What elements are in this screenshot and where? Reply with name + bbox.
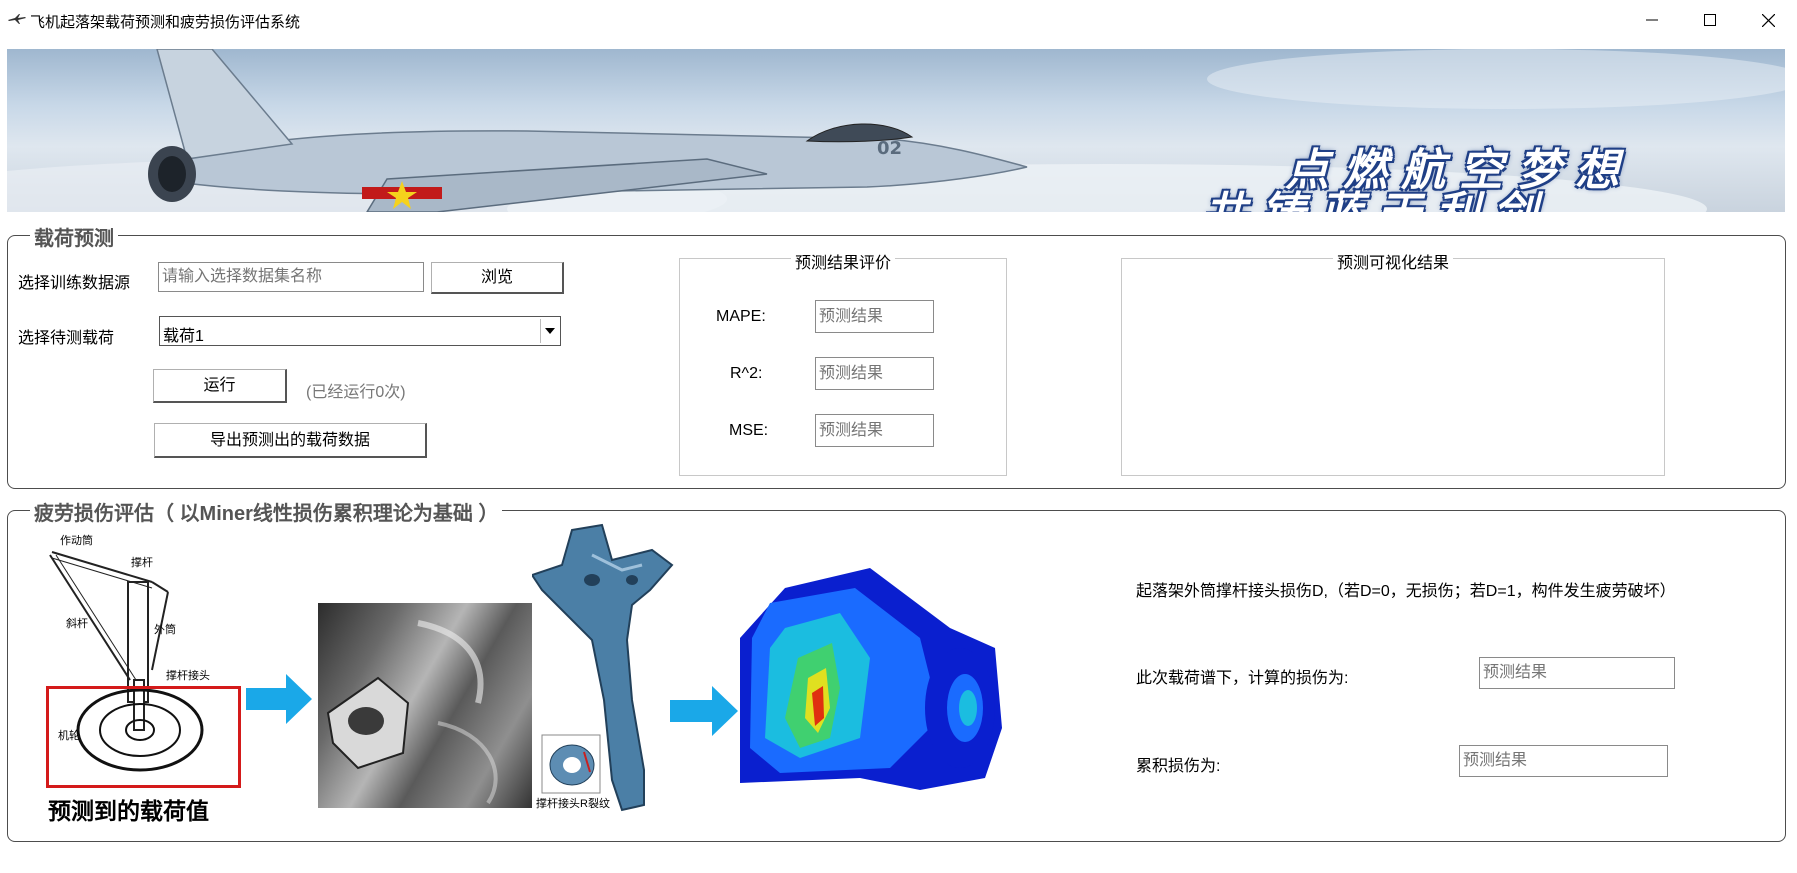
r2-label: R^2: xyxy=(730,365,763,382)
predicted-load-caption: 预测到的载荷值 xyxy=(48,798,209,824)
title-bar: 飞机起落架载荷预测和疲劳损伤评估系统 xyxy=(0,0,1797,40)
mape-field[interactable] xyxy=(815,300,934,333)
evaluation-title: 预测结果评价 xyxy=(790,255,895,272)
current-damage-field[interactable] xyxy=(1479,657,1675,689)
svg-text:02: 02 xyxy=(877,138,902,159)
chevron-down-icon[interactable] xyxy=(540,319,559,343)
mse-field[interactable] xyxy=(815,414,934,447)
run-button[interactable]: 运行 xyxy=(153,369,287,403)
cumulative-damage-field[interactable] xyxy=(1459,745,1668,777)
arrow-right-icon xyxy=(246,674,312,724)
export-button[interactable]: 导出预测出的载荷数据 xyxy=(154,423,427,458)
dataset-input[interactable] xyxy=(158,262,424,292)
load-select-label: 选择待测载荷 xyxy=(18,330,115,347)
sketch-label-strut-joint: 撑杆接头 xyxy=(166,670,210,682)
fea-stress-contour xyxy=(740,568,1002,790)
fatigue-legend: 疲劳损伤评估（ 以Miner线性损伤累积理论为基础 ） xyxy=(30,497,503,526)
strut-3d-model xyxy=(532,523,674,812)
predicted-load-highlight-box xyxy=(46,686,241,788)
banner-slogan-line2: 共铸蓝天利剑 xyxy=(1203,177,1551,212)
sketch-label-outer-cylinder: 外筒 xyxy=(154,624,176,636)
sketch-label-diagonal: 斜杆 xyxy=(66,618,88,630)
sketch-label-strut: 撑杆 xyxy=(131,557,153,569)
close-icon xyxy=(1761,13,1775,27)
maximize-icon xyxy=(1704,14,1716,26)
dataset-label: 选择训练数据源 xyxy=(18,275,131,292)
cumulative-damage-label: 累积损伤为: xyxy=(1136,758,1221,775)
visualization-title: 预测可视化结果 xyxy=(1332,255,1453,272)
minimize-icon xyxy=(1646,19,1658,21)
maximize-button[interactable] xyxy=(1681,0,1739,40)
jet-icon xyxy=(8,14,26,24)
window-title: 飞机起落架载荷预测和疲劳损伤评估系统 xyxy=(30,14,301,31)
fracture-photo xyxy=(318,603,532,808)
crack-label: 撑杆接头R裂纹 xyxy=(536,798,610,810)
load-select[interactable]: 载荷1 xyxy=(159,316,561,346)
load-prediction-legend: 载荷预测 xyxy=(30,222,118,251)
browse-button[interactable]: 浏览 xyxy=(431,262,564,294)
damage-description: 起落架外筒撑杆接头损伤D,（若D=0，无损伤；若D=1，构件发生疲劳破坏） xyxy=(1136,583,1676,600)
mape-label: MAPE: xyxy=(716,308,766,325)
visualization-panel: 预测可视化结果 xyxy=(1121,255,1665,476)
close-button[interactable] xyxy=(1739,0,1797,40)
run-count-text: (已经运行0次) xyxy=(306,384,406,401)
r2-field[interactable] xyxy=(815,357,934,390)
sketch-label-actuator: 作动筒 xyxy=(60,535,93,547)
mse-label: MSE: xyxy=(729,422,769,439)
minimize-button[interactable] xyxy=(1623,0,1681,40)
header-banner: 02 点燃航空梦想 共铸蓝天利剑 xyxy=(7,49,1785,212)
load-select-value: 载荷1 xyxy=(163,328,204,345)
current-damage-label: 此次载荷谱下，计算的损伤为: xyxy=(1136,670,1349,687)
